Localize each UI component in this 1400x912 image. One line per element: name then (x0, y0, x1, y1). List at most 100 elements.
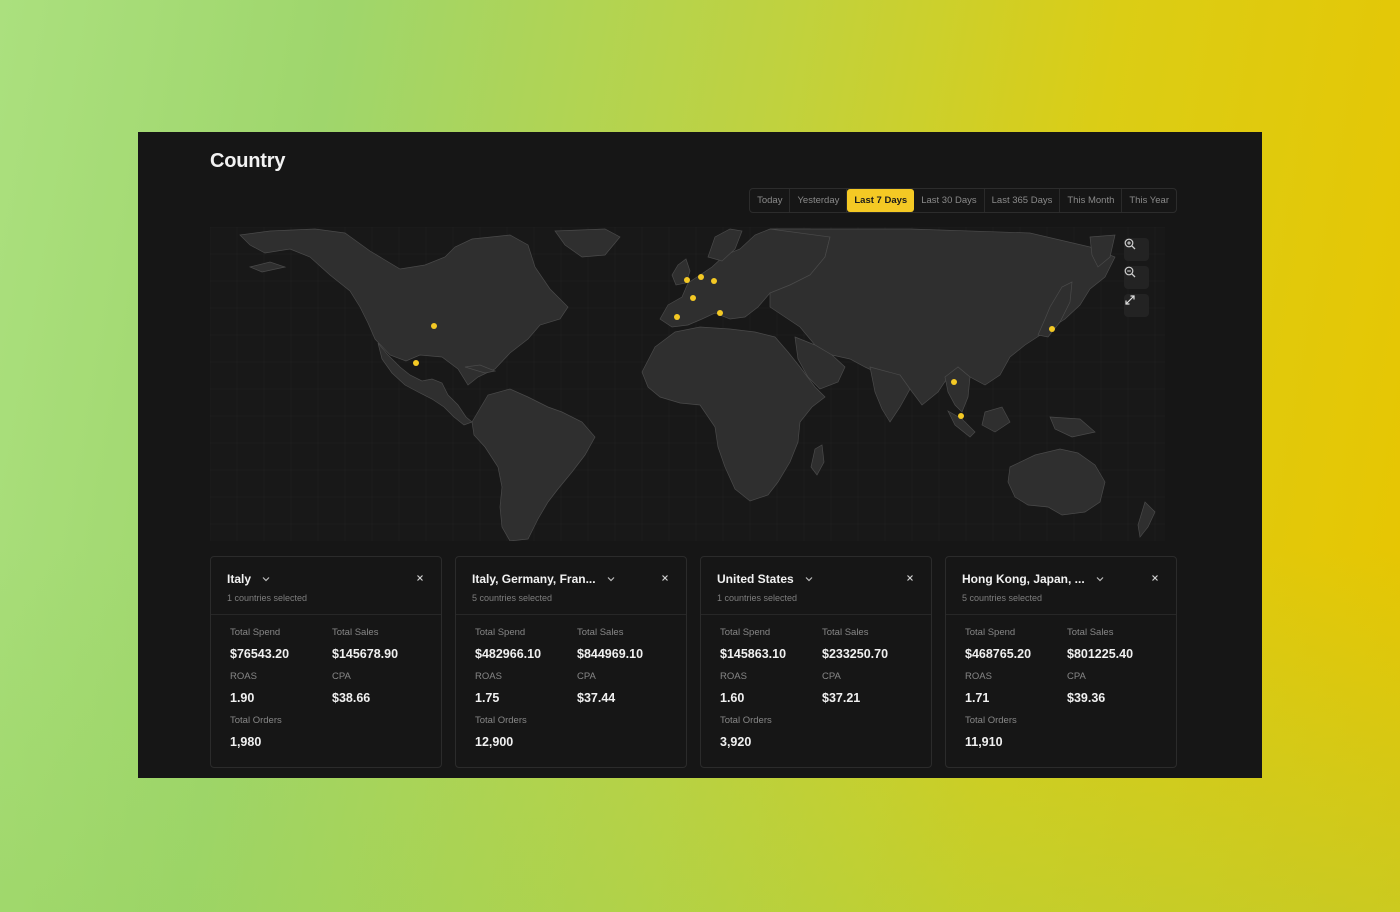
metric-label: Total Spend (475, 627, 526, 638)
land-new-zealand (1137, 501, 1156, 538)
country-panel: Country Today Yesterday Last 7 Days Last… (138, 132, 1262, 778)
metric-label: Total Orders (720, 715, 772, 726)
metric-label: ROAS (230, 671, 257, 682)
country-card: United States 1 countries selected Total… (700, 556, 932, 768)
map-marker-united-states[interactable] (431, 323, 437, 329)
map-marker-germany[interactable] (711, 278, 717, 284)
range-this-month[interactable]: This Month (1060, 189, 1123, 212)
metric-label: Total Sales (1067, 627, 1114, 638)
world-map-canvas (210, 227, 1165, 541)
card-metrics: Total Spend $76543.20 Total Sales $145678.… (211, 615, 441, 749)
range-last-30-days[interactable]: Last 30 Days (914, 189, 985, 212)
card-subtitle: 5 countries selected (472, 593, 553, 603)
land-australia (1007, 448, 1106, 516)
date-range-selector: Today Yesterday Last 7 Days Last 30 Days… (749, 188, 1177, 213)
roas-value: 1.71 (965, 691, 990, 705)
cpa-value: $38.66 (332, 691, 371, 705)
metric-label: ROAS (965, 671, 992, 682)
card-metrics: Total Spend $482966.10 Total Sales $844969… (456, 615, 686, 749)
roas-value: 1.90 (230, 691, 255, 705)
cpa-value: $39.36 (1067, 691, 1106, 705)
close-icon[interactable] (905, 573, 915, 583)
chevron-down-icon[interactable] (606, 574, 616, 584)
map-marker-spain[interactable] (674, 314, 680, 320)
card-title: Italy (227, 572, 252, 586)
total-sales-value: $844969.10 (577, 647, 644, 661)
card-header: Italy, Germany, Fran... 5 countries sele… (456, 557, 686, 615)
cpa-value: $37.44 (577, 691, 616, 705)
metric-label: Total Orders (475, 715, 527, 726)
metric-label: Total Spend (965, 627, 1016, 638)
map-marker-france[interactable] (690, 295, 696, 301)
total-spend-value: $76543.20 (230, 647, 290, 661)
close-icon[interactable] (660, 573, 670, 583)
total-orders-value: 12,900 (475, 735, 514, 749)
land-madagascar (810, 444, 825, 476)
total-orders-value: 3,920 (720, 735, 752, 749)
total-sales-value: $233250.70 (822, 647, 889, 661)
metric-label: Total Spend (230, 627, 281, 638)
card-header: Hong Kong, Japan, ... 5 countries select… (946, 557, 1176, 615)
chevron-down-icon[interactable] (1095, 574, 1105, 584)
country-card: Italy, Germany, Fran... 5 countries sele… (455, 556, 687, 768)
zoom-out-button[interactable] (1124, 266, 1149, 289)
metric-label: CPA (1067, 671, 1086, 682)
page-title: Country (210, 150, 286, 172)
world-map[interactable] (210, 227, 1165, 541)
land-borneo (981, 406, 1011, 433)
map-marker-netherlands[interactable] (698, 274, 704, 280)
chevron-down-icon[interactable] (261, 574, 271, 584)
range-today[interactable]: Today (750, 189, 791, 212)
land-north-america (239, 228, 569, 386)
country-cards: Italy 1 countries selected Total Spend $7… (210, 556, 1177, 768)
expand-icon (1125, 295, 1135, 305)
zoom-in-button[interactable] (1124, 238, 1149, 261)
card-metrics: Total Spend $145863.10 Total Sales $233250… (701, 615, 931, 749)
total-sales-value: $145678.90 (332, 647, 399, 661)
metric-label: ROAS (475, 671, 502, 682)
card-title: Italy, Germany, Fran... (472, 572, 596, 586)
metric-label: Total Sales (332, 627, 379, 638)
range-this-year[interactable]: This Year (1122, 189, 1176, 212)
landmasses (239, 228, 1156, 541)
country-card: Hong Kong, Japan, ... 5 countries select… (945, 556, 1177, 768)
card-subtitle: 1 countries selected (227, 593, 308, 603)
country-card: Italy 1 countries selected Total Spend $7… (210, 556, 442, 768)
total-orders-value: 1,980 (230, 735, 262, 749)
card-header: Italy 1 countries selected (211, 557, 441, 615)
fullscreen-button[interactable] (1124, 294, 1149, 317)
total-spend-value: $145863.10 (720, 647, 787, 661)
map-marker-japan[interactable] (1049, 326, 1055, 332)
close-icon[interactable] (1150, 573, 1160, 583)
roas-value: 1.60 (720, 691, 745, 705)
card-subtitle: 1 countries selected (717, 593, 798, 603)
card-title: United States (717, 572, 794, 586)
map-marker-thailand[interactable] (951, 379, 957, 385)
zoom-out-icon (1124, 266, 1136, 278)
map-marker-mexico[interactable] (413, 360, 419, 366)
metric-label: Total Sales (822, 627, 869, 638)
metric-label: Total Orders (965, 715, 1017, 726)
map-marker-italy[interactable] (717, 310, 723, 316)
card-header: United States 1 countries selected (701, 557, 931, 615)
metric-label: CPA (332, 671, 351, 682)
metric-label: ROAS (720, 671, 747, 682)
map-marker-singapore[interactable] (958, 413, 964, 419)
total-spend-value: $468765.20 (965, 647, 1032, 661)
land-south-america (471, 388, 596, 541)
cpa-value: $37.21 (822, 691, 861, 705)
metric-label: CPA (577, 671, 596, 682)
range-last-365-days[interactable]: Last 365 Days (985, 189, 1061, 212)
land-alaska-islands (248, 261, 287, 273)
chevron-down-icon[interactable] (804, 574, 814, 584)
land-new-guinea (1049, 416, 1096, 438)
close-icon[interactable] (415, 573, 425, 583)
range-yesterday[interactable]: Yesterday (790, 189, 848, 212)
card-title: Hong Kong, Japan, ... (962, 572, 1085, 586)
map-marker-united-kingdom[interactable] (684, 277, 690, 283)
total-sales-value: $801225.40 (1067, 647, 1134, 661)
total-spend-value: $482966.10 (475, 647, 542, 661)
range-last-7-days[interactable]: Last 7 Days (847, 189, 915, 212)
card-metrics: Total Spend $468765.20 Total Sales $801225… (946, 615, 1176, 749)
total-orders-value: 11,910 (965, 735, 1003, 749)
